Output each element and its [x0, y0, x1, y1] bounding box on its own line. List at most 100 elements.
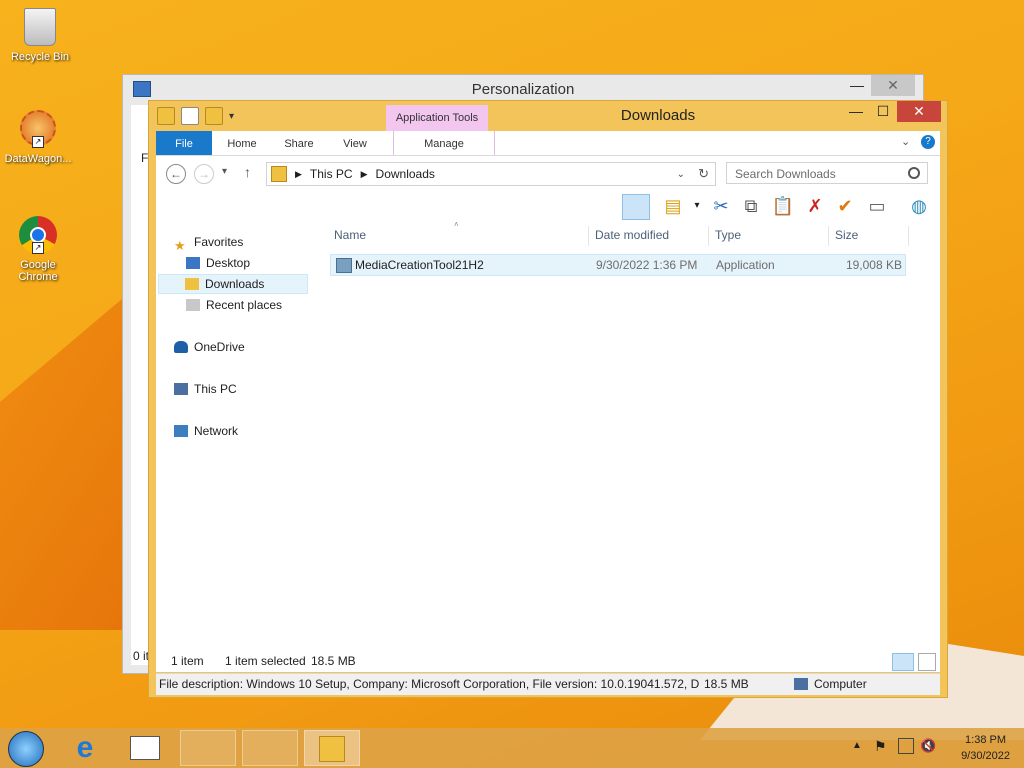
tab-manage[interactable]: Manage — [393, 131, 495, 155]
content-pane: ★ Favorites Desktop Downloads Recent plac… — [156, 220, 940, 650]
close-button[interactable]: ✕ — [871, 75, 915, 96]
globe-icon[interactable]: ◍ — [906, 194, 932, 218]
desktop-icon — [186, 257, 200, 269]
nav-network[interactable]: Network — [174, 421, 238, 441]
column-header-size[interactable]: Size — [835, 228, 858, 242]
forward-button[interactable]: → — [194, 164, 214, 184]
desktop-icon-datawagon[interactable]: ↗ DataWagon... — [0, 110, 76, 165]
status-bar: 1 item 1 item selected 18.5 MB — [156, 650, 940, 672]
downloads-window[interactable]: ▾ Application Tools Downloads — ☐ ✕ File… — [148, 100, 948, 698]
nav-downloads[interactable]: Downloads — [158, 274, 308, 294]
internet-explorer-icon[interactable]: e — [68, 732, 102, 764]
address-bar[interactable]: ▶ This PC ▶ Downloads ⌄ ↻ — [266, 162, 716, 186]
preview-pane-icon[interactable] — [622, 194, 650, 220]
breadcrumb-downloads[interactable]: Downloads — [376, 167, 435, 181]
column-header-name[interactable]: Name — [334, 228, 366, 242]
recent-places-icon — [186, 299, 200, 311]
column-header-type[interactable]: Type — [715, 228, 741, 242]
desktop-icon-label: DataWagon... — [4, 153, 72, 165]
star-icon: ★ — [174, 238, 186, 253]
shortcut-arrow-icon: ↗ — [32, 136, 44, 148]
nav-onedrive[interactable]: OneDrive — [174, 337, 245, 357]
paste-icon[interactable]: 📋 — [770, 194, 796, 218]
volume-muted-icon[interactable]: 🔇 — [920, 738, 936, 754]
tab-file[interactable]: File — [156, 131, 212, 155]
chevron-down-icon[interactable]: ▾ — [229, 111, 234, 122]
folder-icon[interactable] — [157, 107, 175, 125]
column-divider[interactable] — [908, 226, 909, 246]
onedrive-icon — [174, 341, 188, 353]
address-dropdown-icon[interactable]: ⌄ — [677, 169, 685, 180]
action-center-flag-icon[interactable]: ⚑ — [874, 738, 887, 755]
close-button[interactable]: ✕ — [897, 101, 941, 122]
clock[interactable]: 1:38 PM 9/30/2022 — [961, 732, 1010, 764]
selected-count: 1 item selected — [225, 654, 306, 668]
command-toolbar: ▤ ▾ ✂ ⧉ 📋 ✗ ✔ ▭ ◍ — [156, 190, 940, 222]
breadcrumb-separator-icon: ▶ — [360, 168, 368, 179]
up-button[interactable]: ↑ — [244, 164, 251, 180]
checkmark-icon[interactable]: ✔ — [832, 194, 858, 218]
search-input[interactable]: Search Downloads — [726, 162, 928, 184]
file-manager-icon[interactable] — [130, 736, 160, 760]
refresh-button[interactable]: ↻ — [698, 166, 709, 182]
taskbar-personalization[interactable] — [180, 730, 236, 766]
details-bar: File description: Windows 10 Setup, Comp… — [156, 673, 940, 695]
clock-date: 9/30/2022 — [961, 750, 1010, 762]
delete-icon[interactable]: ✗ — [802, 194, 828, 218]
nav-label: Desktop — [206, 256, 251, 270]
cut-icon[interactable]: ✂ — [708, 194, 734, 218]
maximize-button[interactable] — [843, 75, 867, 96]
quick-access-toolbar: ▾ — [157, 107, 234, 125]
show-hidden-icons-icon[interactable]: ▲ — [852, 740, 862, 751]
nav-label: Recent places — [206, 298, 283, 312]
ribbon-expand-chevron-icon[interactable]: ⌄ — [901, 135, 910, 148]
nav-favorites[interactable]: ★ Favorites — [174, 232, 244, 253]
nav-label: Favorites — [194, 235, 244, 249]
computer-icon — [794, 678, 808, 690]
chevron-down-icon[interactable]: ▾ — [684, 194, 710, 218]
rename-icon[interactable]: ▭ — [864, 194, 890, 218]
copy-icon[interactable]: ⧉ — [738, 194, 764, 218]
search-icon[interactable] — [908, 167, 920, 179]
column-header-date[interactable]: Date modified — [595, 228, 669, 242]
help-icon[interactable]: ? — [921, 135, 935, 149]
clock-time: 1:38 PM — [965, 734, 1007, 746]
tab-home[interactable]: Home — [218, 131, 266, 155]
partial-status-text: 0 it — [133, 649, 150, 663]
taskbar-control-panel[interactable] — [242, 730, 298, 766]
back-button[interactable]: ← — [166, 164, 186, 184]
maximize-button[interactable]: ☐ — [871, 101, 895, 122]
taskbar-file-explorer[interactable] — [304, 730, 360, 766]
properties-icon[interactable] — [181, 107, 199, 125]
details-view-button[interactable] — [892, 653, 914, 671]
column-divider[interactable] — [708, 226, 709, 246]
file-list: ˄ Name Date modified Type Size MediaCrea… — [330, 220, 930, 650]
item-count: 1 item — [171, 654, 204, 668]
tab-share[interactable]: Share — [274, 131, 324, 155]
recent-locations-button[interactable]: ▾ — [222, 166, 227, 177]
column-divider[interactable] — [828, 226, 829, 246]
minimize-button[interactable]: — — [843, 101, 869, 122]
breadcrumb-this-pc[interactable]: This PC — [310, 167, 353, 181]
downloads-folder-icon — [271, 166, 287, 182]
sort-indicator-icon: ˄ — [454, 220, 459, 229]
table-row[interactable]: MediaCreationTool21H2 9/30/2022 1:36 PM … — [330, 254, 906, 276]
nav-recent-places[interactable]: Recent places — [186, 295, 282, 315]
tab-view[interactable]: View — [332, 131, 378, 155]
column-divider[interactable] — [588, 226, 589, 246]
chrome-icon: ↗ — [18, 216, 58, 256]
file-description: File description: Windows 10 Setup, Comp… — [159, 677, 699, 691]
large-icons-view-button[interactable] — [918, 653, 936, 671]
new-folder-icon[interactable] — [205, 107, 223, 125]
start-button[interactable] — [8, 731, 44, 767]
application-icon — [336, 258, 352, 273]
file-type: Application — [716, 258, 775, 272]
nav-desktop[interactable]: Desktop — [186, 253, 250, 273]
folder-options-icon[interactable]: ▤ — [660, 194, 686, 218]
desktop-icon-recycle-bin[interactable]: Recycle Bin — [2, 8, 78, 63]
this-pc-icon — [174, 383, 188, 395]
datawagon-icon: ↗ — [18, 110, 58, 150]
network-status-icon[interactable] — [898, 738, 914, 754]
nav-this-pc[interactable]: This PC — [174, 379, 237, 399]
desktop-icon-chrome[interactable]: ↗ Google Chrome — [0, 216, 76, 283]
